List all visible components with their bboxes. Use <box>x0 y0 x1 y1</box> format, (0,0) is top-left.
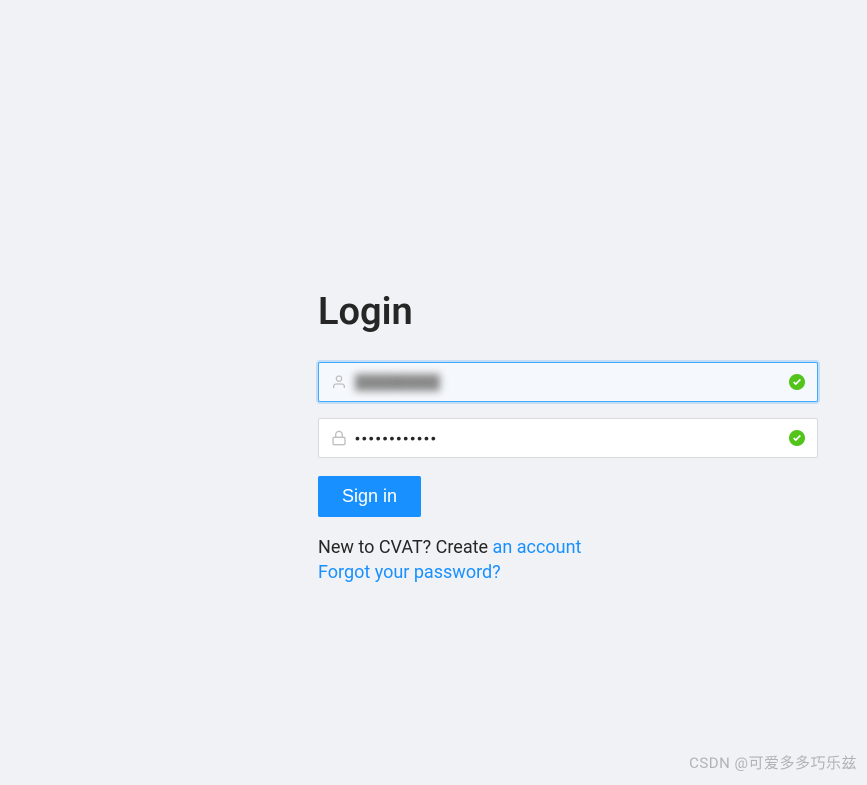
login-form: Login <box>318 290 818 583</box>
check-circle-icon <box>789 374 805 390</box>
password-field-wrapper[interactable] <box>318 418 818 458</box>
user-icon <box>331 374 347 390</box>
password-valid-indicator <box>789 430 805 446</box>
username-input[interactable] <box>355 363 781 401</box>
signin-button[interactable]: Sign in <box>318 476 421 517</box>
forgot-password-link[interactable]: Forgot your password? <box>318 562 501 583</box>
create-account-link[interactable]: an account <box>493 537 582 558</box>
check-circle-icon <box>789 430 805 446</box>
password-input[interactable] <box>355 419 781 457</box>
register-prefix-text: New to CVAT? Create <box>318 537 493 558</box>
username-field-wrapper[interactable] <box>318 362 818 402</box>
username-valid-indicator <box>789 374 805 390</box>
register-prompt: New to CVAT? Create an account <box>318 537 818 558</box>
watermark-text: CSDN @可爱多多巧乐兹 <box>689 752 857 773</box>
lock-icon <box>331 430 347 446</box>
forgot-password-wrapper: Forgot your password? <box>318 562 818 583</box>
page-title: Login <box>318 290 818 334</box>
